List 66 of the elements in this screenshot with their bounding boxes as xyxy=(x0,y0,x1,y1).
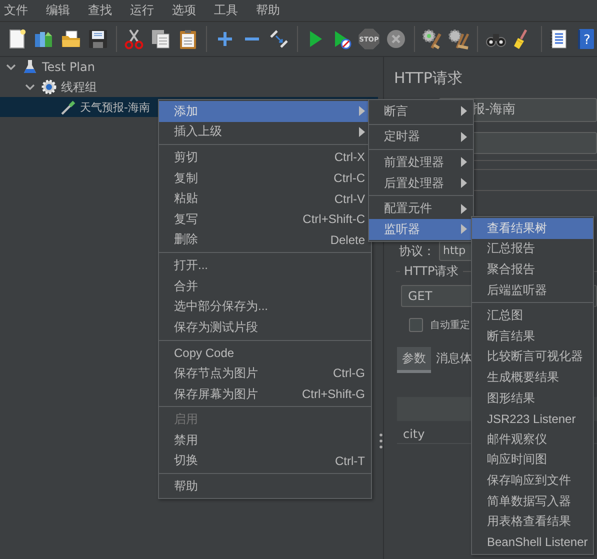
menu-item[interactable]: 图形结果 xyxy=(472,388,593,408)
splitter-handle-icon[interactable] xyxy=(378,433,382,449)
chevron-icon[interactable] xyxy=(25,82,35,92)
menu-bar-item[interactable]: 选项 xyxy=(170,0,198,20)
menu-item[interactable]: 保存为测试片段 xyxy=(159,316,371,338)
menu-item[interactable]: 禁用 xyxy=(159,430,371,450)
pipette-icon xyxy=(60,99,76,115)
menu-item[interactable]: Copy Code xyxy=(159,342,371,364)
menu-bar-item[interactable]: 工具 xyxy=(212,0,240,20)
menu-item[interactable]: 前置处理器 xyxy=(369,152,473,173)
tree-item-label: Test Plan xyxy=(42,60,95,74)
menu-item[interactable]: 聚合报告 xyxy=(472,259,593,280)
menu-item[interactable]: BeanShell Listener xyxy=(472,532,593,552)
menu-bar-item[interactable]: 运行 xyxy=(128,0,156,20)
tab[interactable]: 参数 xyxy=(397,347,431,373)
gear-icon xyxy=(41,79,57,95)
menu-bar-item[interactable]: 文件 xyxy=(2,0,30,20)
checkbox[interactable] xyxy=(409,318,423,332)
menu-item[interactable]: 保存屏幕为图片 Ctrl+Shift-G xyxy=(159,384,371,404)
menu-item[interactable]: 邮件观察仪 xyxy=(472,428,593,450)
menu-item[interactable]: 保存节点为图片 Ctrl-G xyxy=(159,363,371,384)
menu-item[interactable]: 汇总报告 xyxy=(472,238,593,260)
menu-item[interactable]: 复写 Ctrl+Shift-C xyxy=(159,208,371,230)
menu-item[interactable]: 配置元件 xyxy=(369,198,473,219)
menu-item[interactable]: 剪切 Ctrl-X xyxy=(159,147,371,168)
chevron-icon[interactable] xyxy=(6,62,16,72)
menu-item[interactable]: 查看结果树 xyxy=(472,218,593,239)
tree-item-label: 线程组 xyxy=(61,78,97,96)
protocol-label: 协议： xyxy=(399,242,436,260)
menu-item[interactable]: 切换 Ctrl-T xyxy=(159,450,371,472)
menu-item[interactable]: 汇总图 xyxy=(472,305,593,326)
menu-item[interactable]: 断言结果 xyxy=(472,326,593,347)
menu-bar-item[interactable]: 查找 xyxy=(86,0,114,20)
menu-item[interactable]: 合并 xyxy=(159,276,371,296)
menu-item[interactable]: 监听器 xyxy=(369,218,473,240)
menu-item[interactable]: 删除 Delete xyxy=(159,230,371,250)
toggle-icon[interactable] xyxy=(268,28,290,50)
menu-item[interactable]: 用表格查看结果 xyxy=(472,511,593,532)
menu-item[interactable]: 帮助 xyxy=(159,476,371,497)
menu-item[interactable]: 粘贴 Ctrl-V xyxy=(159,188,371,209)
menu-item[interactable]: 选中部分保存为... xyxy=(159,296,371,317)
menu-item[interactable]: 响应时间图 xyxy=(472,450,593,470)
group-title: HTTP请求 xyxy=(403,262,460,280)
open-folder-icon[interactable] xyxy=(60,28,82,50)
menu-item[interactable]: JSR223 Listener xyxy=(472,408,593,429)
menu-item[interactable]: 保存响应到文件 xyxy=(472,470,593,491)
panel-title: HTTP请求 xyxy=(394,69,464,87)
flask-icon xyxy=(22,59,38,75)
menu-item[interactable]: 后置处理器 xyxy=(369,172,473,194)
menu-item[interactable]: 简单数据写入器 xyxy=(472,490,593,512)
gear-brooms-icon[interactable] xyxy=(448,28,470,50)
cut-icon[interactable] xyxy=(123,28,146,50)
menu-item[interactable]: 复制 Ctrl-C xyxy=(159,168,371,188)
tree-item-label: 天气预报-海南 xyxy=(80,100,150,114)
menu-item[interactable]: 打开... xyxy=(159,255,371,276)
gear-broom-icon[interactable] xyxy=(421,28,444,50)
menu-item[interactable]: 添加 xyxy=(159,101,371,122)
menu-bar-item[interactable]: 帮助 xyxy=(254,0,282,20)
menu-item[interactable]: 定时器 xyxy=(369,126,473,148)
menu-item[interactable]: 后端监听器 xyxy=(472,280,593,300)
copy-icon[interactable] xyxy=(150,28,172,50)
save-icon[interactable] xyxy=(87,28,109,50)
menu-item[interactable]: 插入上级 xyxy=(159,122,371,142)
menu-bar-item[interactable]: 编辑 xyxy=(44,0,72,20)
checkbox-label: 自动重定 xyxy=(430,318,470,332)
table-cell-text: city xyxy=(402,427,425,441)
